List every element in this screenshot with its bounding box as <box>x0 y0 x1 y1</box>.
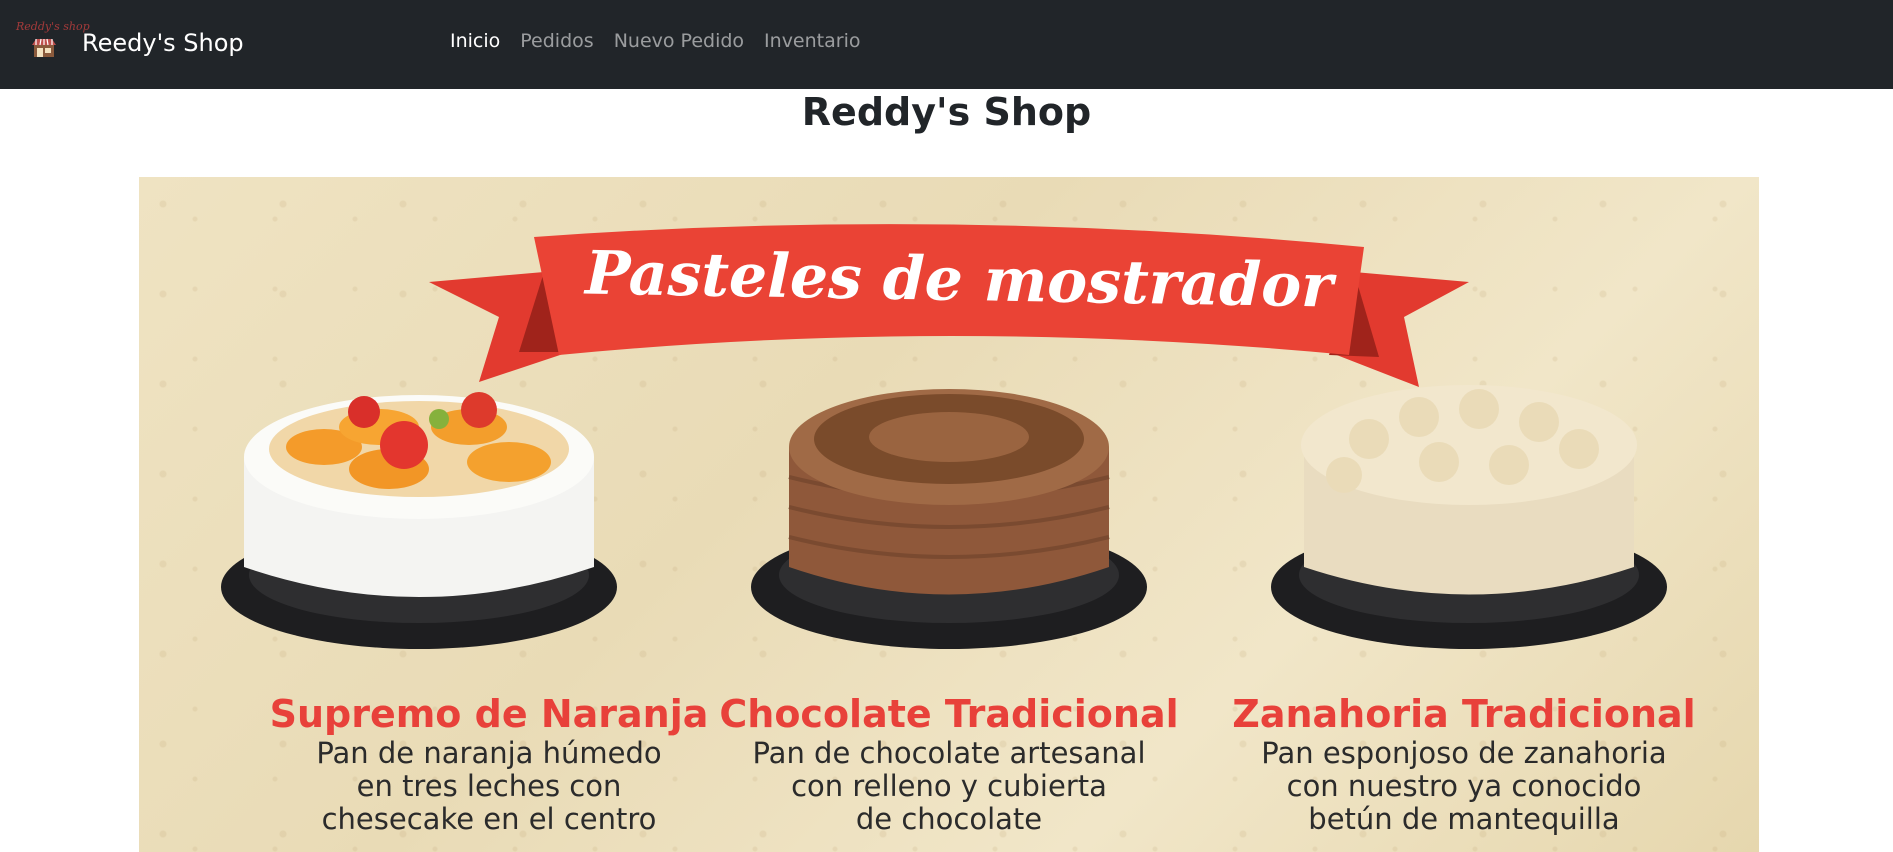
cake-desc-chocolate: Pan de chocolate artesanal con relleno y… <box>752 736 1146 836</box>
cake-desc-zanahoria: Pan esponjoso de zanahoria con nuestro y… <box>1261 736 1667 836</box>
cakes-banner-image: Pasteles de mostrador Supremo de Naranja… <box>139 177 1759 852</box>
orange-cake-image <box>221 392 617 649</box>
cake-name-chocolate: Chocolate Tradicional <box>719 692 1179 736</box>
cake-name-zanahoria: Zanahoria Tradicional <box>1232 692 1696 736</box>
cake-desc-naranja: Pan de naranja húmedo en tres leches con… <box>316 736 662 836</box>
page-title: Reddy's Shop <box>801 90 1092 134</box>
chocolate-cake-image <box>751 389 1147 649</box>
cake-name-naranja: Supremo de Naranja <box>269 692 709 736</box>
brand-link[interactable]: Reddy's shop Reedy's Shop <box>16 18 244 68</box>
logo-script-text: Reddy's shop <box>16 20 90 33</box>
shop-logo: Reddy's shop <box>16 18 90 68</box>
nav-link-inventario[interactable]: Inventario <box>754 30 870 52</box>
nav-link-inicio[interactable]: Inicio <box>440 30 510 52</box>
nav-link-pedidos[interactable]: Pedidos <box>510 30 603 52</box>
storefront-icon <box>32 38 56 57</box>
brand-name: Reedy's Shop <box>82 29 244 57</box>
main-nav: Inicio Pedidos Nuevo Pedido Inventario <box>440 30 870 52</box>
banner-heading: Pasteles de mostrador <box>584 238 1334 322</box>
nav-link-nuevo-pedido[interactable]: Nuevo Pedido <box>604 30 754 52</box>
carrot-cake-image <box>1271 385 1667 649</box>
top-navbar: Reddy's shop Reedy's Shop Inicio Pedidos… <box>0 0 1893 89</box>
